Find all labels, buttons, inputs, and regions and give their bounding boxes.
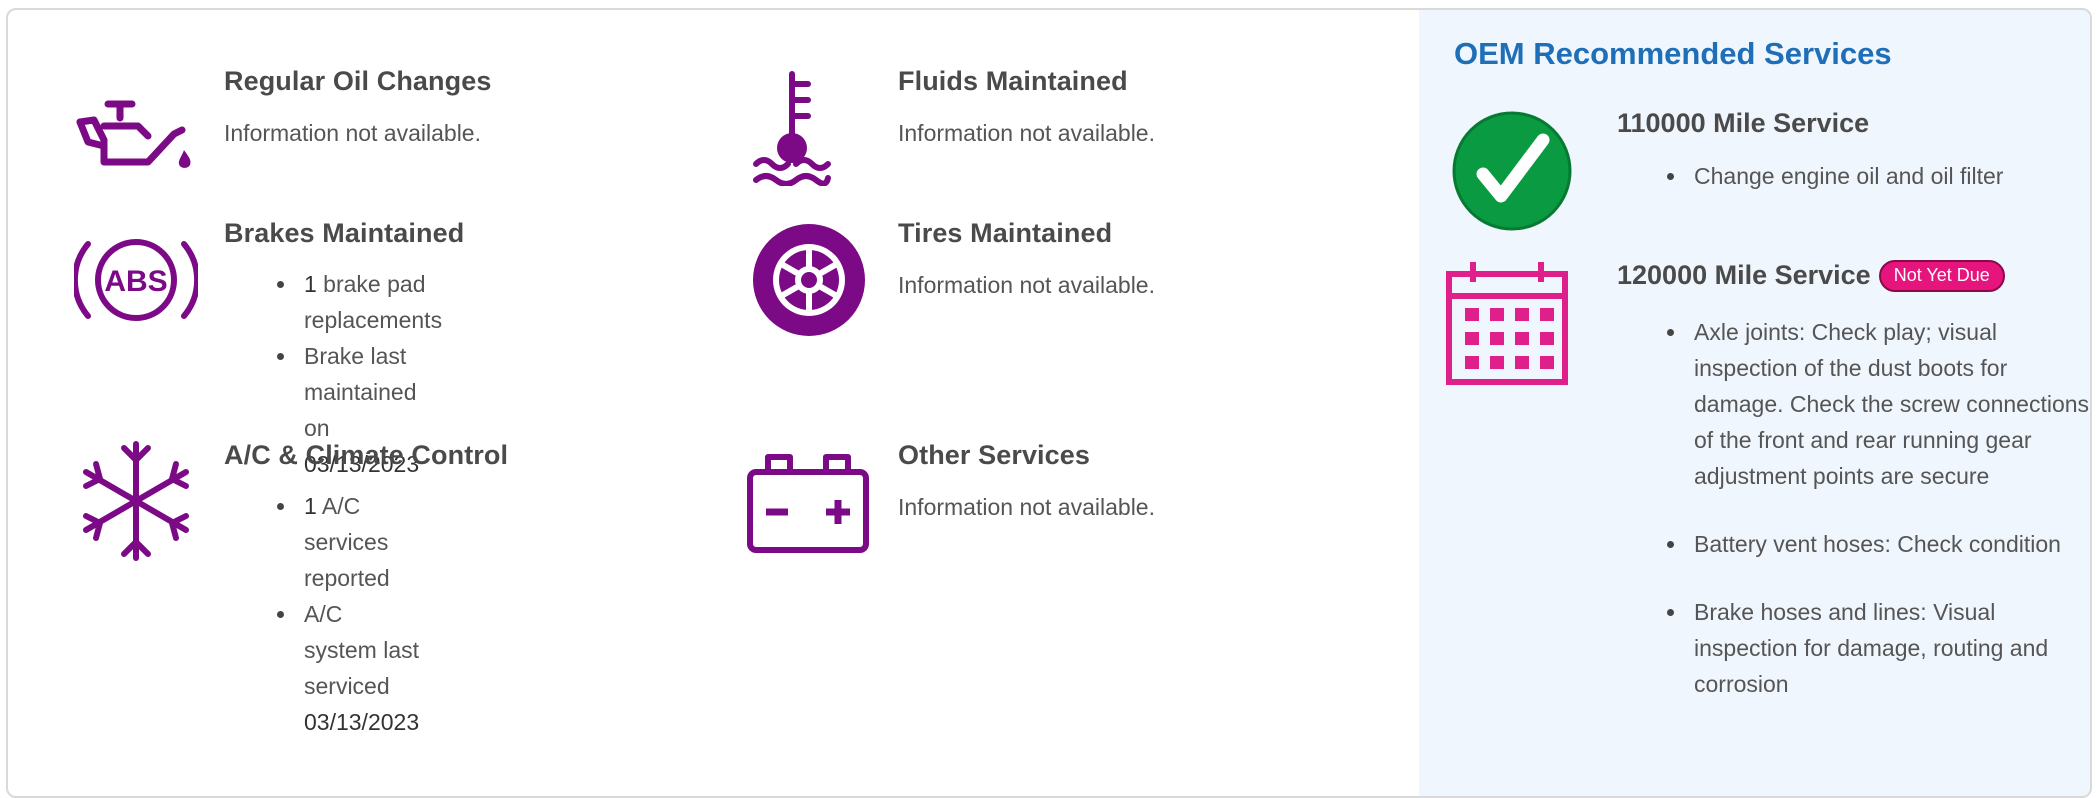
list-item: A/C system last serviced 03/13/2023 [276, 596, 420, 740]
oem-service-120000-items: Axle joints: Check play; visual inspecti… [1667, 314, 2090, 702]
svg-text:ABS: ABS [104, 265, 167, 298]
oem-service-110000-items: Change engine oil and oil filter [1667, 158, 2090, 194]
service-info: Information not available. [898, 120, 1155, 146]
list-item: 1 A/C services reported [276, 488, 419, 596]
service-title: Fluids Maintained [898, 66, 1128, 96]
service-date: 03/13/2023 [304, 709, 420, 735]
list-item: 1 brake pad replacements [276, 266, 443, 338]
service-history-card: Regular Oil Changes Information not avai… [6, 8, 2092, 798]
service-title: Tires Maintained [898, 218, 1113, 248]
oem-service-120000-label: 120000 Mile Service [1617, 260, 1871, 290]
list-item: Battery vent hoses: Check condition [1667, 526, 2090, 562]
tire-wheel-icon [752, 223, 866, 342]
replacement-count: 1 [304, 271, 317, 297]
list-item-text: Brake last maintained on [304, 343, 417, 441]
checkmark-icon [1451, 110, 1573, 237]
service-title: Regular Oil Changes [224, 66, 492, 96]
service-info: Information not available. [898, 494, 1155, 520]
oem-panel-title: OEM Recommended Services [1454, 36, 1892, 71]
list-item: Brake hoses and lines: Visual inspection… [1667, 594, 2090, 702]
coolant-temperature-icon [752, 70, 832, 191]
list-item-text: A/C services reported [304, 493, 390, 591]
service-info: Information not available. [224, 120, 481, 146]
list-item-text: A/C system last serviced [304, 601, 420, 699]
service-title: Other Services [898, 440, 1091, 470]
oem-recommended-panel: OEM Recommended Services 110000 Mile Ser… [1419, 10, 2090, 796]
list-item: Axle joints: Check play; visual inspecti… [1667, 314, 2090, 494]
service-info: Information not available. [898, 272, 1155, 298]
service-title: A/C & Climate Control [224, 440, 509, 470]
snowflake-icon [80, 440, 192, 567]
status-badge: Not Yet Due [1878, 260, 2005, 292]
oil-can-icon [74, 98, 196, 177]
list-item-text: brake pad replacements [304, 271, 443, 333]
list-item: Change engine oil and oil filter [1667, 158, 2090, 194]
service-detail-list: 1 A/C services reported A/C system last … [276, 488, 420, 740]
abs-brake-icon: ABS [71, 230, 201, 335]
oem-service-110000-title: 110000 Mile Service [1617, 108, 1870, 138]
service-title: Brakes Maintained [224, 218, 465, 248]
service-count: 1 [304, 493, 317, 519]
calendar-icon [1445, 260, 1571, 391]
battery-icon [746, 452, 870, 559]
oem-service-120000-title: 120000 Mile Service Not Yet Due [1617, 260, 2005, 292]
